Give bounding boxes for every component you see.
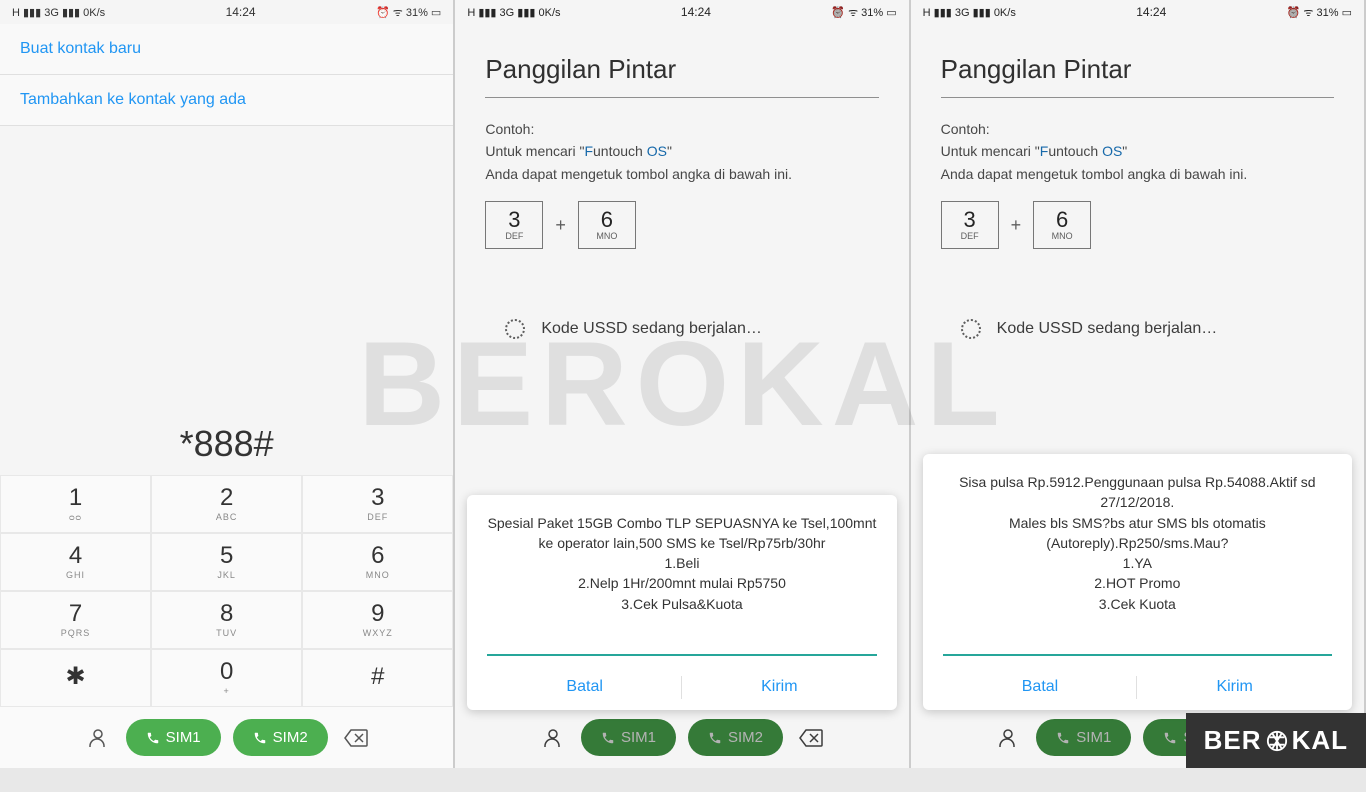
- cancel-button[interactable]: Batal: [487, 664, 682, 710]
- key-8[interactable]: 8TUV: [151, 591, 302, 649]
- ussd-running-indicator: Kode USSD sedang berjalan…: [961, 319, 1334, 339]
- smart-call-example: Contoh: Untuk mencari "Funtouch OS" Anda…: [485, 118, 878, 185]
- example-key-6: 6MNO: [1033, 201, 1091, 249]
- brand-badge: BER KAL: [1186, 713, 1366, 768]
- ussd-reply-input[interactable]: [943, 630, 1332, 656]
- call-action-bar: SIM1 SIM2: [455, 707, 908, 768]
- ussd-running-indicator: Kode USSD sedang berjalan…: [505, 319, 878, 339]
- key-3[interactable]: 3DEF: [302, 475, 453, 533]
- status-battery: ⏰ ᯤ 31% ▭: [831, 5, 896, 20]
- send-button[interactable]: Kirim: [1137, 664, 1332, 710]
- key-6[interactable]: 6MNO: [302, 533, 453, 591]
- key-5[interactable]: 5JKL: [151, 533, 302, 591]
- phone-screen-3: H ▮▮▮ 3G ▮▮▮ 0K/s 14:24 ⏰ ᯤ 31% ▭ Panggi…: [911, 0, 1366, 768]
- phone-screen-2: H ▮▮▮ 3G ▮▮▮ 0K/s 14:24 ⏰ ᯤ 31% ▭ Panggi…: [455, 0, 910, 768]
- smart-call-title: Panggilan Pintar: [485, 54, 878, 98]
- ussd-reply-input[interactable]: [487, 630, 876, 656]
- key-1[interactable]: 1ᴑᴑ: [0, 475, 151, 533]
- status-time: 14:24: [681, 5, 711, 19]
- smart-call-example: Contoh: Untuk mencari "Funtouch OS" Anda…: [941, 118, 1334, 185]
- call-sim2-button: SIM2: [688, 719, 783, 756]
- backspace-icon: [795, 722, 827, 754]
- spinner-icon: [961, 319, 981, 339]
- dialer-keypad: 1ᴑᴑ 2ABC 3DEF 4GHI 5JKL 6MNO 7PQRS 8TUV …: [0, 475, 453, 707]
- example-key-6: 6MNO: [578, 201, 636, 249]
- call-sim1-button: SIM1: [1036, 719, 1131, 756]
- key-4[interactable]: 4GHI: [0, 533, 151, 591]
- status-battery: ⏰ ᯤ 31% ▭: [376, 5, 441, 20]
- key-star[interactable]: ✱: [0, 649, 151, 707]
- call-sim1-button[interactable]: SIM1: [126, 719, 221, 756]
- status-time: 14:24: [226, 5, 256, 19]
- contacts-icon: [537, 722, 569, 754]
- example-key-row: 3DEF + 6MNO: [941, 201, 1334, 249]
- ussd-dialog: Spesial Paket 15GB Combo TLP SEPUASNYA k…: [467, 495, 896, 710]
- ussd-dialog: Sisa pulsa Rp.5912.Penggunaan pulsa Rp.5…: [923, 454, 1352, 710]
- status-bar: H ▮▮▮ 3G ▮▮▮ 0K/s 14:24 ⏰ ᯤ 31% ▭: [911, 0, 1364, 24]
- key-7[interactable]: 7PQRS: [0, 591, 151, 649]
- key-0[interactable]: 0+: [151, 649, 302, 707]
- contacts-icon: [992, 722, 1024, 754]
- key-2[interactable]: 2ABC: [151, 475, 302, 533]
- key-hash[interactable]: #: [302, 649, 453, 707]
- plus-separator: +: [1011, 215, 1022, 236]
- backspace-icon[interactable]: [340, 722, 372, 754]
- status-time: 14:24: [1136, 5, 1166, 19]
- add-to-contact-button[interactable]: Tambahkan ke kontak yang ada: [0, 75, 453, 126]
- create-contact-button[interactable]: Buat kontak baru: [0, 24, 453, 75]
- call-sim1-button: SIM1: [581, 719, 676, 756]
- call-action-bar: SIM1 SIM2: [0, 707, 453, 768]
- status-signal: H ▮▮▮ 3G ▮▮▮ 0K/s: [12, 6, 105, 19]
- send-button[interactable]: Kirim: [682, 664, 877, 710]
- example-key-row: 3DEF + 6MNO: [485, 201, 878, 249]
- phone-screen-1: H ▮▮▮ 3G ▮▮▮ 0K/s 14:24 ⏰ ᯤ 31% ▭ Buat k…: [0, 0, 455, 768]
- key-9[interactable]: 9WXYZ: [302, 591, 453, 649]
- spinner-icon: [505, 319, 525, 339]
- example-key-3: 3DEF: [485, 201, 543, 249]
- status-signal: H ▮▮▮ 3G ▮▮▮ 0K/s: [923, 6, 1016, 19]
- ussd-message: Sisa pulsa Rp.5912.Penggunaan pulsa Rp.5…: [943, 472, 1332, 614]
- smart-call-title: Panggilan Pintar: [941, 54, 1334, 98]
- ussd-message: Spesial Paket 15GB Combo TLP SEPUASNYA k…: [487, 513, 876, 614]
- leaf-icon: [1266, 730, 1288, 752]
- status-bar: H ▮▮▮ 3G ▮▮▮ 0K/s 14:24 ⏰ ᯤ 31% ▭: [455, 0, 908, 24]
- plus-separator: +: [555, 215, 566, 236]
- status-signal: H ▮▮▮ 3G ▮▮▮ 0K/s: [467, 6, 560, 19]
- cancel-button[interactable]: Batal: [943, 664, 1138, 710]
- example-key-3: 3DEF: [941, 201, 999, 249]
- status-battery: ⏰ ᯤ 31% ▭: [1287, 5, 1352, 20]
- status-bar: H ▮▮▮ 3G ▮▮▮ 0K/s 14:24 ⏰ ᯤ 31% ▭: [0, 0, 453, 24]
- contacts-icon[interactable]: [82, 722, 114, 754]
- call-sim2-button[interactable]: SIM2: [233, 719, 328, 756]
- dialed-number-display: *888#: [0, 403, 453, 475]
